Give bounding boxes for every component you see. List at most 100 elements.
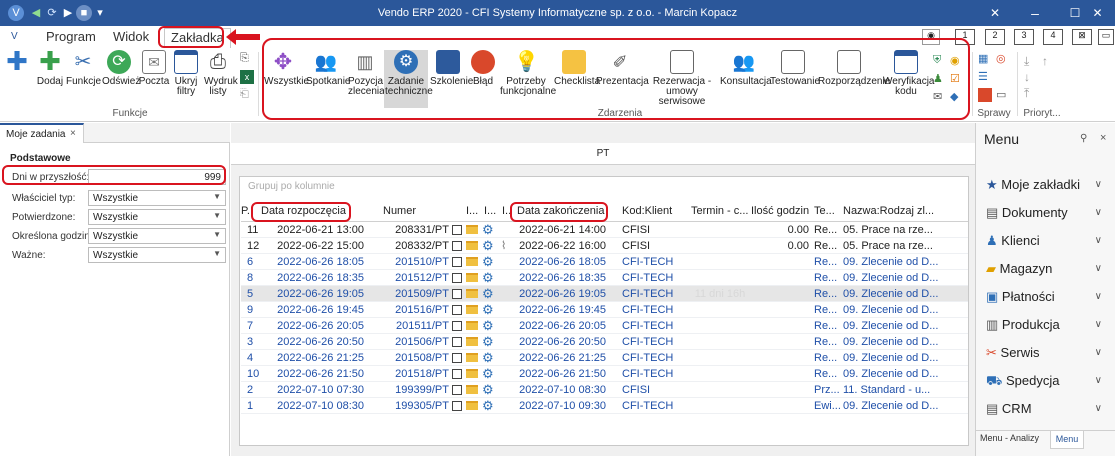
priority-bottom-icon[interactable]: ⤒ — [1024, 86, 1029, 101]
close-menu-icon[interactable]: × — [1100, 132, 1106, 144]
folder-icon[interactable] — [466, 305, 478, 314]
blad-button[interactable]: Błąd — [468, 50, 498, 106]
testowanie-button[interactable]: Testowanie — [770, 50, 820, 106]
dodaj-button[interactable]: ✚ Dodaj — [36, 48, 64, 106]
pin-menu-icon[interactable]: ⚲ — [1080, 133, 1087, 144]
folder-icon[interactable] — [466, 257, 478, 266]
copy-icon[interactable]: ⎘ — [240, 52, 254, 66]
rezerwacja-button[interactable]: Rezerwacja - umowy serwisowe — [646, 50, 718, 107]
important-filter-select[interactable]: Wszystkie ▼ — [88, 247, 226, 263]
folder-icon[interactable] — [466, 273, 478, 282]
col-header-te[interactable]: Te... — [814, 205, 840, 221]
weryfikacja-kodu-button[interactable]: Weryfikacja kodu — [882, 50, 935, 106]
menu-item-platnosci[interactable]: ▣ Płatności ∨ — [986, 285, 1106, 309]
col-header-number[interactable]: Numer — [383, 205, 443, 221]
tab-menu-analizy[interactable]: Menu - Analizy — [980, 433, 1039, 443]
tab-moje-zadania[interactable]: Moje zadania × — [0, 123, 84, 143]
priority-down-bar-icon[interactable]: ⤓ — [1024, 54, 1029, 69]
row-checkbox[interactable] — [452, 273, 462, 283]
menu-item-moje-zakladki[interactable]: ★ Moje zakładki ∨ — [986, 173, 1106, 197]
hour-filter-select[interactable]: Wszystkie ▼ — [88, 228, 226, 244]
konsultacja-button[interactable]: 👥 Konsultacja — [720, 50, 772, 106]
tab-widok[interactable]: Widok — [107, 28, 155, 48]
info-diamond-icon[interactable]: ◆ — [950, 90, 964, 104]
row-checkbox[interactable] — [452, 289, 462, 299]
col-header-name[interactable]: Nazwa:Rodzaj zl... — [843, 205, 939, 221]
minimize-button[interactable]: – — [1015, 0, 1055, 26]
pozycja-zlecenia-button[interactable]: ▥ Pozycja zlecenia — [348, 50, 385, 106]
folder-icon[interactable] — [466, 337, 478, 346]
gear-icon[interactable]: ⚙ — [482, 254, 496, 270]
folder-icon[interactable] — [466, 385, 478, 394]
row-checkbox[interactable] — [452, 353, 462, 363]
owner-filter-select[interactable]: Wszystkie ▼ — [88, 190, 226, 206]
row-checkbox[interactable] — [452, 257, 462, 267]
attachment-icon[interactable]: ⌇ — [501, 238, 506, 254]
row-checkbox[interactable] — [452, 369, 462, 379]
col-header-termin[interactable]: Termin - c... — [691, 205, 751, 221]
prezentacja-button[interactable]: ✐ Prezentacja — [596, 50, 649, 106]
confirmed-filter-select[interactable]: Wszystkie ▼ — [88, 209, 226, 225]
priority-up-icon[interactable]: ↑ — [1042, 54, 1048, 68]
tab-menu[interactable]: Menu — [1050, 431, 1084, 449]
pin-icon[interactable]: ✕ — [975, 0, 1015, 26]
gear-icon[interactable]: ⚙ — [482, 350, 496, 366]
row-checkbox[interactable] — [452, 225, 462, 235]
rozporzadzenie-button[interactable]: Rozporządzenie — [818, 50, 890, 106]
mail-small-icon[interactable]: ✉ — [933, 90, 947, 104]
sprawy-grid-icon[interactable]: ▦ — [978, 52, 992, 66]
sprawy-red-icon[interactable] — [978, 88, 992, 102]
row-checkbox[interactable] — [452, 401, 462, 411]
wydruk-listy-button[interactable]: ⎙ Wydruk listy — [202, 50, 238, 106]
paste-icon[interactable]: ⎗ — [240, 88, 254, 102]
gear-icon[interactable]: ⚙ — [482, 238, 496, 254]
folder-icon[interactable] — [466, 225, 478, 234]
row-checkbox[interactable] — [452, 321, 462, 331]
sprawy-list-icon[interactable]: ☰ — [978, 70, 992, 84]
menu-item-crm[interactable]: ▤ CRM ∨ — [986, 397, 1106, 421]
menu-item-serwis[interactable]: ✂ Serwis ∨ — [986, 341, 1106, 365]
col-header-i2[interactable]: I... — [484, 205, 498, 221]
menu-item-magazyn[interactable]: ▰ Magazyn ∨ — [986, 257, 1106, 281]
layout-grid-icon[interactable]: ▭ — [1098, 29, 1114, 45]
gear-icon[interactable]: ⚙ — [482, 270, 496, 286]
close-button[interactable]: ✕ — [1080, 0, 1115, 26]
priority-down-icon[interactable]: ↓ — [1024, 70, 1030, 84]
funkcje-button[interactable]: ✂ Funkcje — [66, 50, 101, 106]
folder-icon[interactable] — [466, 353, 478, 362]
col-header-i1[interactable]: I... — [466, 205, 480, 221]
folder-icon[interactable] — [466, 401, 478, 410]
row-checkbox[interactable] — [452, 305, 462, 315]
layout-4-button[interactable]: 4 — [1043, 29, 1063, 45]
menu-item-produkcja[interactable]: ▥ Produkcja ∨ — [986, 313, 1106, 337]
checkbox-icon[interactable]: ☑ — [950, 72, 964, 86]
add-big-button[interactable]: ✚ — [2, 48, 32, 106]
folder-icon[interactable] — [466, 241, 478, 250]
coin-icon[interactable]: ◉ — [950, 54, 964, 68]
menu-item-klienci[interactable]: ♟ Klienci ∨ — [986, 229, 1106, 253]
spotkanie-button[interactable]: 👥 Spotkanie — [306, 50, 350, 106]
row-checkbox[interactable] — [452, 241, 462, 251]
gear-icon[interactable]: ⚙ — [482, 286, 496, 302]
row-checkbox[interactable] — [452, 385, 462, 395]
gear-icon[interactable]: ⚙ — [482, 366, 496, 382]
menu-item-spedycja[interactable]: ⛟ Spedycja ∨ — [986, 369, 1106, 393]
app-menu-icon[interactable]: V — [5, 28, 27, 48]
menu-item-dokumenty[interactable]: ▤ Dokumenty ∨ — [986, 201, 1106, 225]
sprawy-target-icon[interactable]: ◎ — [996, 52, 1010, 66]
folder-icon[interactable] — [466, 321, 478, 330]
gear-icon[interactable]: ⚙ — [482, 398, 496, 414]
shield-check-icon[interactable]: ⛨ — [933, 54, 947, 68]
tab-program[interactable]: Program — [40, 28, 102, 48]
zadanie-techniczne-button[interactable]: ⚙ Zadanie techniczne — [384, 50, 433, 108]
gear-icon[interactable]: ⚙ — [482, 334, 496, 350]
layout-2-button[interactable]: 2 — [985, 29, 1005, 45]
szkolenie-button[interactable]: Szkolenie — [430, 50, 473, 106]
col-header-client[interactable]: Kod:Klient — [622, 205, 688, 221]
sprawy-doc-icon[interactable]: ▭ — [996, 88, 1010, 102]
folder-icon[interactable] — [466, 289, 478, 298]
gear-icon[interactable]: ⚙ — [482, 318, 496, 334]
close-tab-icon[interactable]: × — [70, 128, 76, 139]
wszystkie-button[interactable]: ✥ Wszystkie — [264, 50, 309, 106]
gear-icon[interactable]: ⚙ — [482, 302, 496, 318]
